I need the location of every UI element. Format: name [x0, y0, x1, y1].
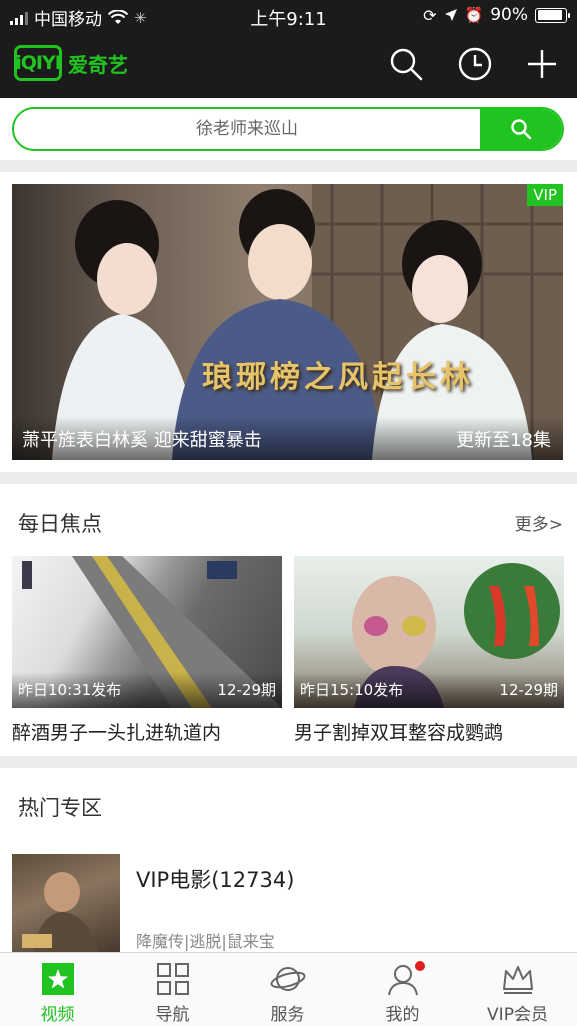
video-thumbnail[interactable]: 昨日10:31发布 12-29期 — [12, 556, 282, 708]
hot-zone-item[interactable]: VIP电影(12734) 降魔传|逃脱|鼠来宝 — [12, 854, 565, 964]
app-logo[interactable]: iQIYI 爱奇艺 — [14, 45, 128, 81]
history-icon[interactable] — [457, 46, 493, 82]
banner-title-art: 琅琊榜之风起长林 — [202, 360, 474, 395]
banner-image[interactable]: 琅琊榜之风起长林 VIP 萧平旌表白林奚 迎来甜蜜暴击 更新至18集 — [12, 184, 563, 460]
add-icon[interactable] — [524, 46, 560, 82]
planet-icon — [270, 967, 306, 991]
tab-label: VIP会员 — [487, 1005, 548, 1025]
location-icon — [444, 9, 457, 21]
tab-services[interactable]: 服务 — [230, 953, 345, 1026]
search-input[interactable]: 徐老师来巡山 — [14, 109, 480, 149]
video-thumbnail[interactable]: 昨日15:10发布 12-29期 — [294, 556, 564, 708]
more-link[interactable]: 更多> — [515, 510, 563, 535]
hot-zone-thumbnail[interactable] — [12, 854, 120, 962]
tab-navigation[interactable]: 导航 — [115, 953, 230, 1026]
search-field[interactable]: 徐老师来巡山 — [12, 107, 564, 151]
tab-video[interactable]: 视频 — [0, 953, 115, 1026]
video-card[interactable]: 昨日10:31发布 12-29期 醉酒男子一头扎进轨道内 — [12, 556, 282, 745]
tab-label: 服务 — [270, 1005, 305, 1025]
search-bar: 徐老师来巡山 — [0, 98, 577, 160]
battery-percent: 90% — [490, 5, 528, 25]
thumbnail-art — [22, 872, 100, 962]
publish-time: 昨日10:31发布 — [18, 681, 122, 699]
search-icon[interactable] — [388, 46, 424, 82]
notification-dot — [415, 961, 425, 971]
search-button[interactable] — [480, 109, 562, 149]
alarm-icon: ⏰ — [464, 6, 484, 24]
vip-badge: VIP — [527, 184, 563, 206]
crown-icon — [503, 966, 533, 994]
publish-time: 昨日15:10发布 — [300, 681, 404, 699]
video-card[interactable]: 昨日15:10发布 12-29期 男子割掉双耳整容成鹦鹉 — [294, 556, 564, 745]
logo-mark: iQIYI — [14, 45, 62, 81]
video-icon — [42, 963, 74, 995]
tab-vip[interactable]: VIP会员 — [460, 953, 575, 1026]
status-bar: 中国移动 ✳ 上午9:11 ⟳ ⏰ 90% — [0, 0, 577, 32]
daily-focus-section: 每日焦点 更多> 昨日10:31发布 12-29期 醉酒男子一头扎进轨道内 昨日… — [0, 484, 577, 756]
banner-episode-status: 更新至18集 — [456, 430, 551, 451]
tab-profile[interactable]: 我的 — [345, 953, 460, 1026]
grid-icon — [157, 963, 189, 995]
battery-icon — [535, 7, 570, 23]
featured-banner: 琅琊榜之风起长林 VIP 萧平旌表白林奚 迎来甜蜜暴击 更新至18集 — [0, 172, 577, 472]
search-icon — [511, 119, 532, 140]
episode-label: 12-29期 — [499, 681, 558, 699]
orientation-lock-icon: ⟳ — [423, 5, 437, 25]
banner-caption: 萧平旌表白林奚 迎来甜蜜暴击 — [22, 430, 262, 451]
bottom-tab-bar: 视频 导航 服务 我的 VIP会员 — [0, 952, 577, 1026]
episode-label: 12-29期 — [217, 681, 276, 699]
tab-label: 视频 — [40, 1005, 75, 1025]
hot-zone-subtitle: 降魔传|逃脱|鼠来宝 — [136, 932, 275, 951]
video-title[interactable]: 男子割掉双耳整容成鹦鹉 — [294, 718, 564, 745]
video-title[interactable]: 醉酒男子一头扎进轨道内 — [12, 718, 282, 745]
hot-zone-section: 热门专区 VIP电影(12734) 降魔传|逃脱|鼠来宝 — [0, 768, 577, 962]
tab-label: 导航 — [155, 1005, 190, 1025]
section-title: 热门专区 — [18, 796, 102, 820]
app-header: iQIYI 爱奇艺 — [0, 32, 577, 98]
section-title: 每日焦点 — [18, 512, 102, 536]
hot-zone-title[interactable]: VIP电影(12734) — [136, 864, 294, 894]
logo-text: 爱奇艺 — [68, 52, 128, 77]
tab-label: 我的 — [385, 1005, 420, 1025]
status-right: ⟳ ⏰ 90% — [423, 5, 570, 25]
